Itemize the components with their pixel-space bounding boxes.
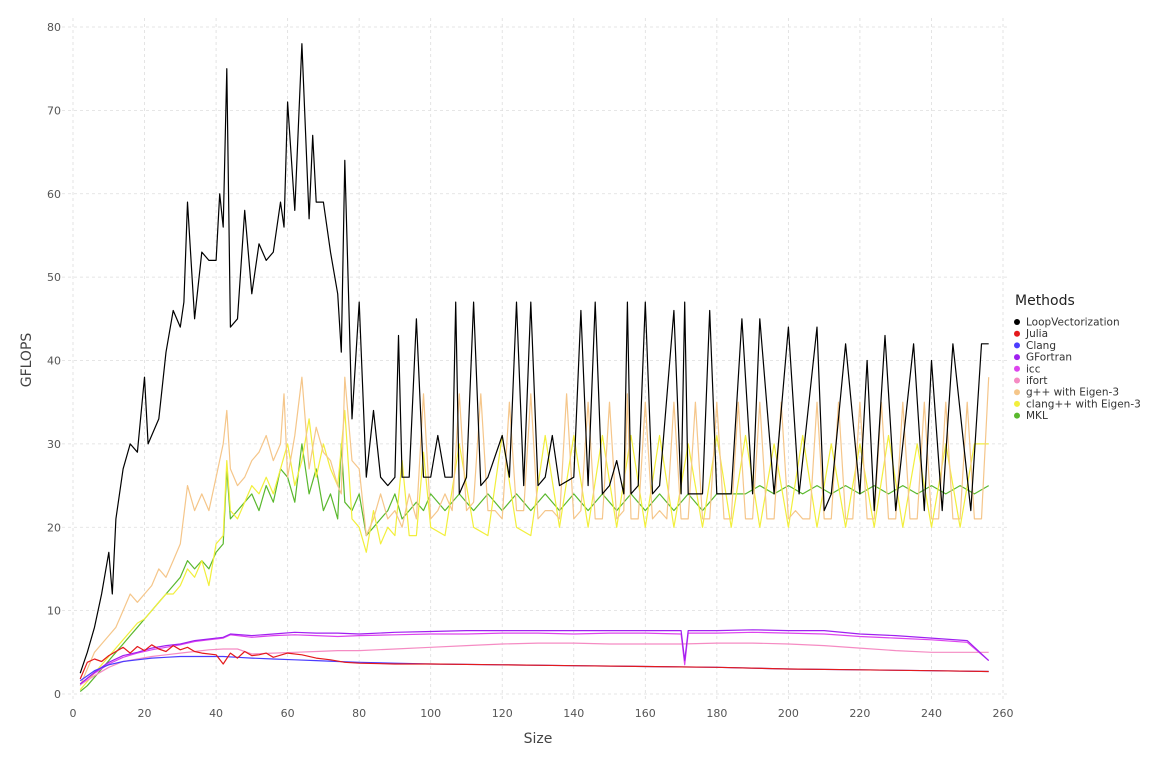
legend-swatch-loopvectorization [1014,319,1020,325]
legend-swatch-julia [1014,330,1020,337]
legend-swatch-clang [1014,342,1020,349]
legend-title: Methods [1015,293,1075,309]
x-tick-label: 140 [563,707,584,720]
legend-label-clang: Clang [1026,340,1056,352]
y-tick-label: 30 [47,438,61,451]
legend: Methods LoopVectorizationJuliaClangGFort… [1014,293,1141,422]
x-tick-label: 220 [849,707,870,720]
legend-label-julia: Julia [1025,328,1048,340]
legend-label-loopvectorization: LoopVectorization [1026,317,1120,329]
legend-label-gfortran: GFortran [1026,352,1072,364]
legend-swatch-mkl [1014,412,1020,419]
legend-label-mkl: MKL [1026,410,1048,422]
y-tick-label: 10 [47,605,61,618]
series-line-icc [79,631,990,685]
y-tick-label: 60 [47,188,61,201]
x-tick-label: 120 [492,707,513,720]
grid-lines [62,18,1008,702]
y-tick-label: 0 [54,688,61,701]
x-tick-label: 180 [706,707,727,720]
x-tick-label: 200 [778,707,799,720]
legend-label-ifort: ifort [1026,375,1047,387]
y-axis-ticks: 0 10 20 30 40 50 60 70 80 [47,21,61,701]
x-tick-label: 40 [209,707,223,720]
x-tick-label: 0 [70,707,77,720]
legend-swatch-clang-with-eigen-3 [1014,400,1020,407]
line-chart: 0 20 40 60 80 100 120 140 160 180 200 220 240 260 0 10… [19,18,1141,747]
y-tick-label: 20 [47,521,61,534]
x-axis-title: Size [524,731,553,747]
legend-label-g-with-eigen-3: g++ with Eigen-3 [1026,387,1119,399]
legend-swatch-gfortran [1014,354,1020,361]
legend-label-icc: icc [1026,363,1041,375]
y-tick-label: 40 [47,355,61,368]
y-tick-label: 50 [47,271,61,284]
legend-swatch-g-with-eigen-3 [1014,389,1020,396]
legend-swatch-ifort [1014,377,1020,384]
x-tick-label: 160 [635,707,656,720]
x-tick-label: 100 [420,707,441,720]
y-tick-label: 80 [47,21,61,34]
x-tick-label: 80 [352,707,366,720]
x-tick-label: 20 [138,707,152,720]
x-tick-label: 260 [993,707,1014,720]
legend-label-clang-with-eigen-3: clang++ with Eigen-3 [1026,398,1141,410]
x-tick-label: 240 [921,707,942,720]
x-axis-ticks: 0 20 40 60 80 100 120 140 160 180 200 220 240 260 [70,707,1014,720]
x-tick-label: 60 [281,707,295,720]
y-axis-title: GFLOPS [19,333,35,388]
y-tick-label: 70 [47,104,61,117]
legend-swatch-icc [1014,365,1020,372]
